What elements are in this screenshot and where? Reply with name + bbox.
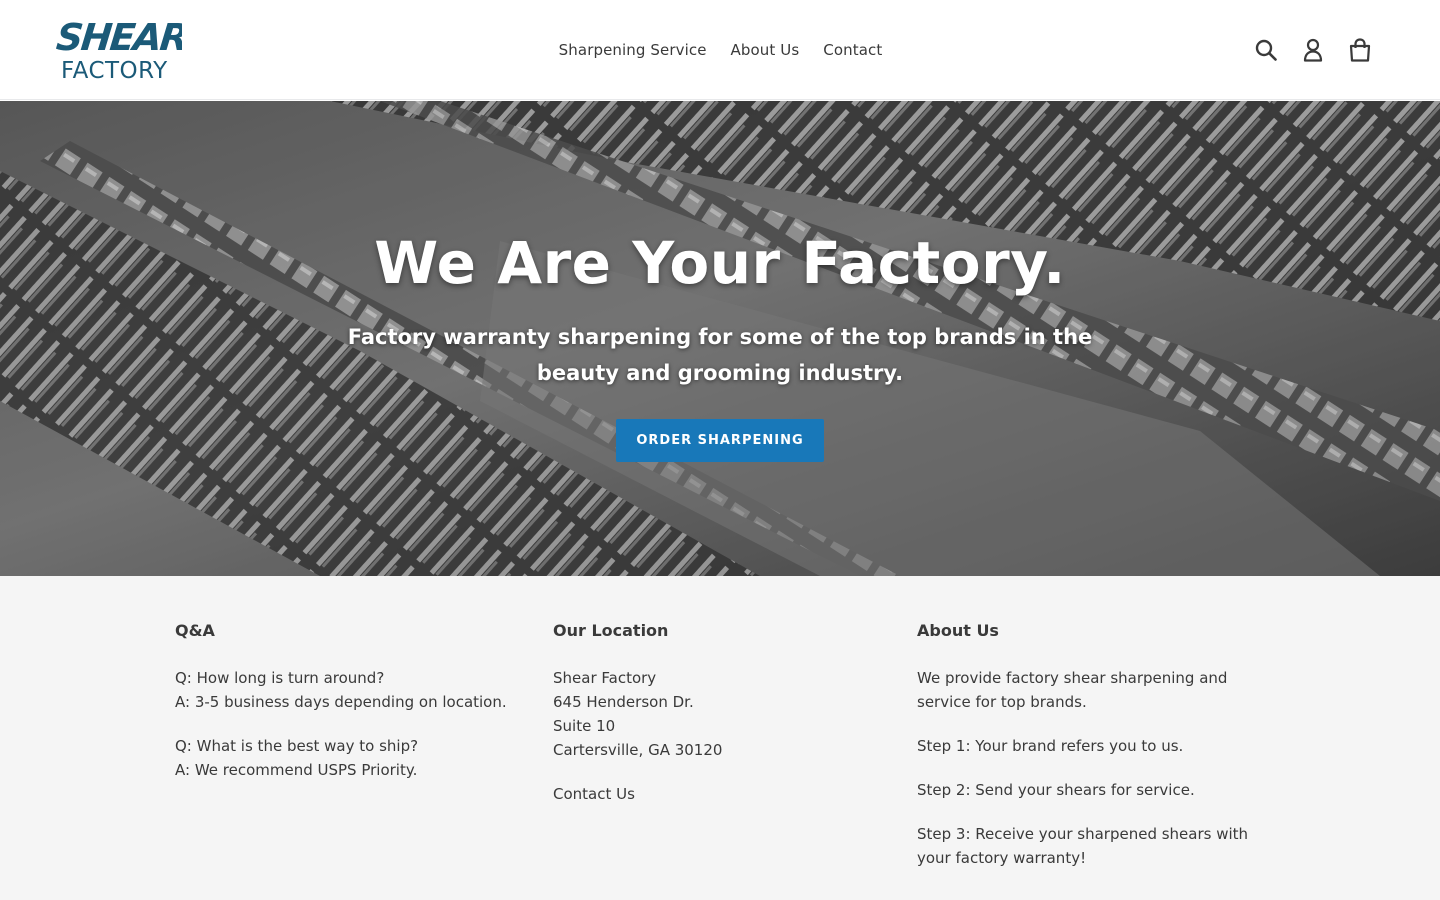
nav-sharpening-service[interactable]: Sharpening Service [559, 41, 707, 59]
nav-about-us[interactable]: About Us [731, 41, 800, 59]
hero-banner: We Are Your Factory. Factory warranty sh… [0, 101, 1440, 576]
address-line: Suite 10 [553, 717, 616, 735]
hero-subtitle: Factory warranty sharpening for some of … [347, 325, 1093, 385]
search-button[interactable] [1254, 33, 1278, 67]
qa-answer: A: 3-5 business days depending on locati… [175, 693, 507, 711]
location-heading: Our Location [553, 621, 669, 640]
about-step: Step 1: Your brand refers you to us. [917, 737, 1184, 755]
svg-text:FACTORY: FACTORY [61, 58, 168, 82]
account-button[interactable] [1301, 33, 1325, 67]
nav-contact[interactable]: Contact [823, 41, 882, 59]
qa-question: Q: How long is turn around? [175, 669, 385, 687]
qa-heading: Q&A [175, 621, 215, 640]
qa-item: Q: How long is turn around? A: 3-5 busin… [175, 666, 535, 714]
address-line: Shear Factory [553, 669, 657, 687]
svg-text:SHEAR: SHEAR [56, 16, 182, 59]
hero-title: We Are Your Factory. [374, 229, 1066, 297]
footer-about-section: About Us We provide factory shear sharpe… [917, 620, 1277, 890]
about-step: Step 3: Receive your sharpened shears wi… [917, 825, 1249, 867]
main-nav: Sharpening Service About Us Contact [0, 38, 1440, 62]
account-icon [1303, 38, 1323, 62]
footer-location-section: Our Location Shear Factory 645 Henderson… [553, 620, 873, 826]
cart-button[interactable] [1348, 33, 1372, 67]
footer-qa-section: Q&A Q: How long is turn around? A: 3-5 b… [175, 620, 535, 802]
about-heading: About Us [917, 621, 999, 640]
site-logo[interactable]: SHEAR FACTORY [56, 14, 182, 82]
cart-icon [1349, 38, 1371, 62]
hero-content: We Are Your Factory. Factory warranty sh… [0, 227, 1440, 462]
site-footer: Q&A Q: How long is turn around? A: 3-5 b… [0, 576, 1440, 900]
qa-answer: A: We recommend USPS Priority. [175, 761, 418, 779]
contact-us-link[interactable]: Contact Us [553, 785, 635, 803]
address-line: Cartersville, GA 30120 [553, 741, 723, 759]
qa-item: Q: What is the best way to ship? A: We r… [175, 734, 535, 782]
about-step: Step 2: Send your shears for service. [917, 781, 1195, 799]
address-line: 645 Henderson Dr. [553, 693, 694, 711]
address-block: Shear Factory 645 Henderson Dr. Suite 10… [553, 666, 873, 762]
header-icons [1254, 33, 1372, 67]
search-icon [1255, 39, 1277, 61]
order-sharpening-button[interactable]: ORDER SHARPENING [616, 419, 824, 462]
qa-question: Q: What is the best way to ship? [175, 737, 419, 755]
about-paragraph: We provide factory shear sharpening and … [917, 669, 1228, 711]
shear-factory-logo: SHEAR FACTORY [56, 16, 182, 82]
site-header: SHEAR FACTORY Sharpening Service About U… [0, 0, 1440, 100]
